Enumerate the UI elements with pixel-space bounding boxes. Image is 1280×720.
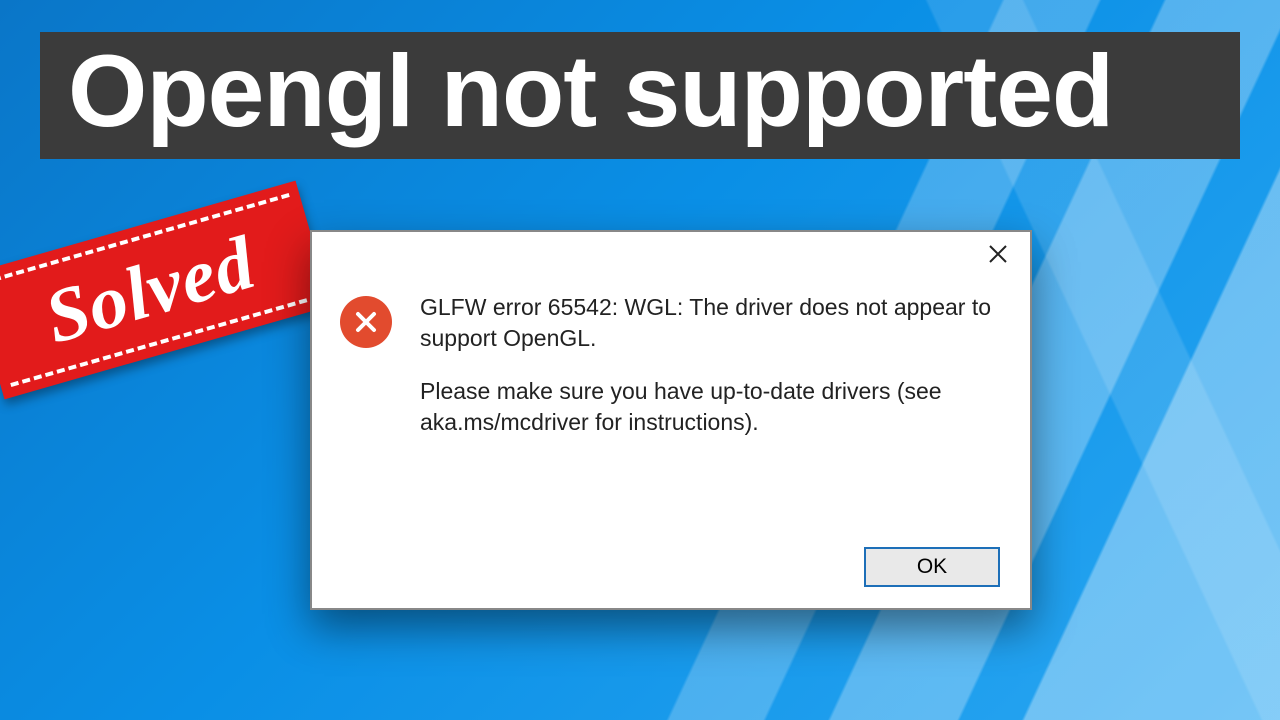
ok-button[interactable]: OK xyxy=(864,547,1000,587)
dialog-message: GLFW error 65542: WGL: The driver does n… xyxy=(412,292,994,526)
dialog-titlebar xyxy=(312,232,1030,288)
dialog-message-line2: Please make sure you have up-to-date dri… xyxy=(420,376,994,438)
close-icon xyxy=(987,243,1009,265)
error-icon xyxy=(340,296,392,348)
error-dialog: GLFW error 65542: WGL: The driver does n… xyxy=(310,230,1032,610)
dialog-body: GLFW error 65542: WGL: The driver does n… xyxy=(312,288,1030,526)
dialog-message-line1: GLFW error 65542: WGL: The driver does n… xyxy=(420,292,994,354)
dialog-icon-column xyxy=(340,292,412,526)
headline-banner: Opengl not supported xyxy=(40,32,1240,159)
error-x-icon xyxy=(352,308,380,336)
headline-text: Opengl not supported xyxy=(68,34,1113,148)
dialog-button-row: OK xyxy=(312,526,1030,608)
close-button[interactable] xyxy=(966,232,1030,276)
ok-button-label: OK xyxy=(917,555,947,579)
